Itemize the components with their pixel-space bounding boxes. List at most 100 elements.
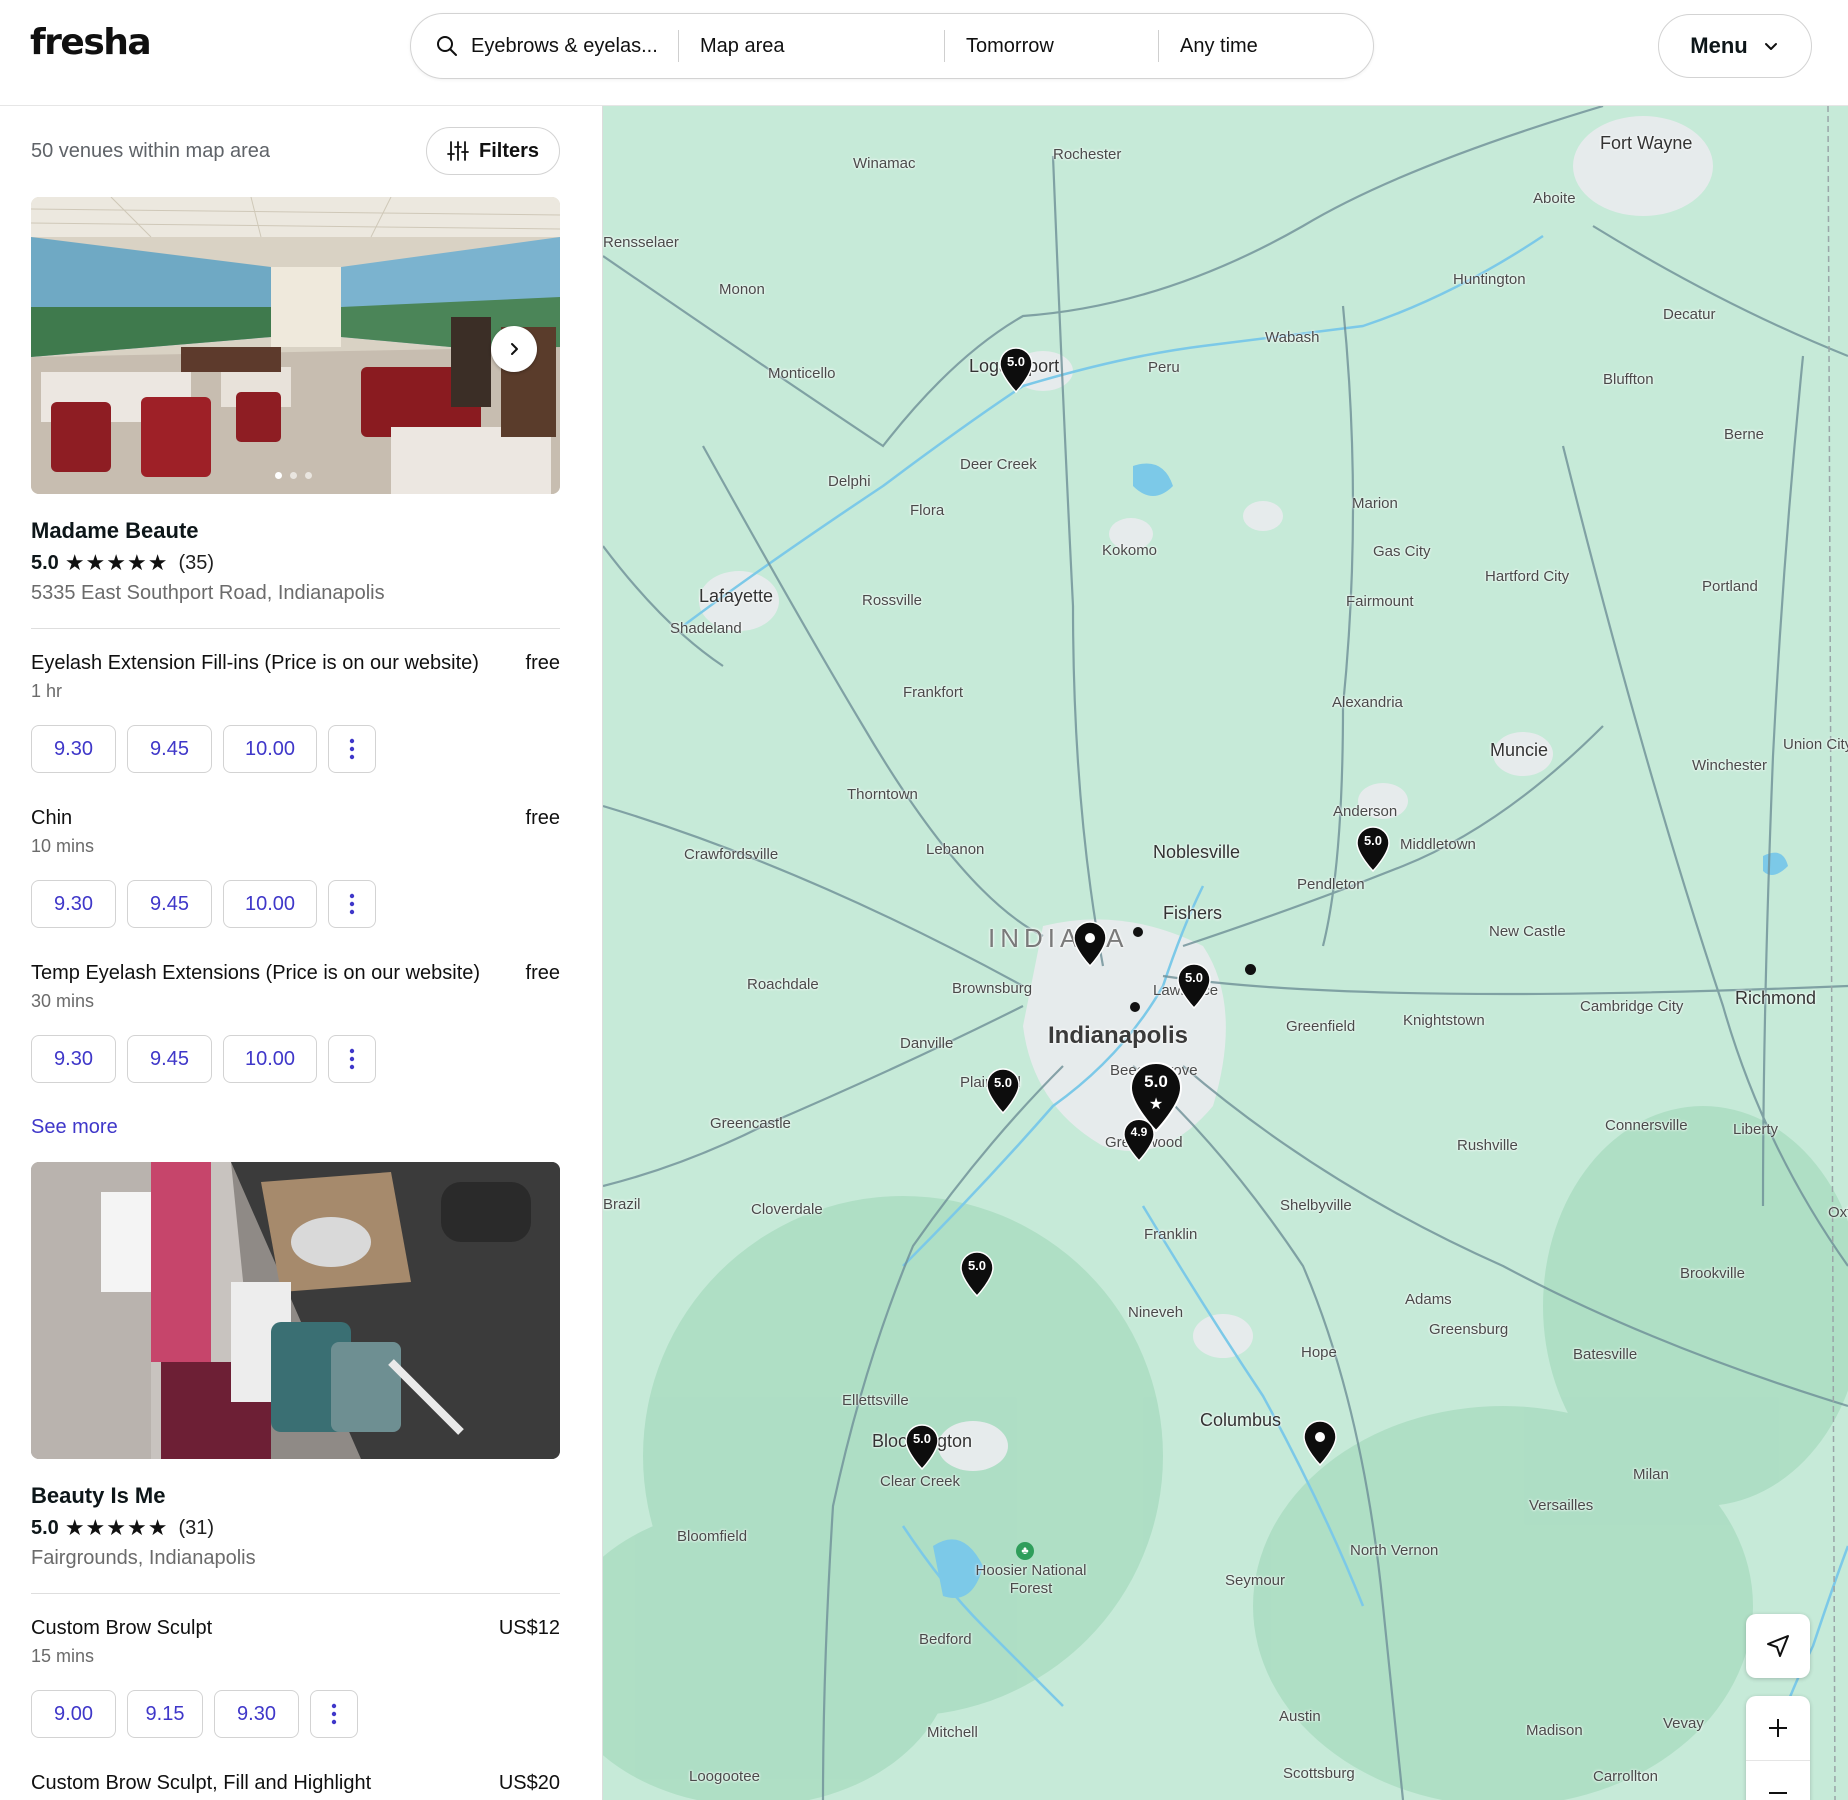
- photo-pagination-dots: [275, 472, 312, 479]
- map-venue-dot[interactable]: [1130, 1002, 1140, 1012]
- map-pin[interactable]: 4.9: [1123, 1118, 1155, 1162]
- time-slot-button[interactable]: 10.00: [223, 1035, 317, 1083]
- zoom-in-button[interactable]: [1746, 1696, 1810, 1760]
- more-vertical-icon: [349, 1048, 355, 1070]
- venue-name[interactable]: Madame Beaute: [31, 518, 199, 544]
- divider: [31, 628, 560, 629]
- service-item[interactable]: Custom Brow Sculpt, Fill and Highlight US…: [31, 1772, 560, 1795]
- map-pin[interactable]: [1303, 1420, 1337, 1467]
- venue-address: 5335 East Southport Road, Indianapolis: [31, 582, 385, 604]
- time-field[interactable]: Any time: [1158, 14, 1373, 78]
- zoom-out-button[interactable]: [1746, 1760, 1810, 1800]
- city-label: Wabash: [1265, 329, 1320, 346]
- city-label: Gas City: [1373, 543, 1431, 560]
- see-more-link[interactable]: See more: [31, 1116, 118, 1139]
- service-item[interactable]: Eyelash Extension Fill-ins (Price is on …: [31, 652, 560, 702]
- zoom-controls: [1746, 1696, 1810, 1800]
- divider: [31, 1593, 560, 1594]
- time-slots: 9.00 9.15 9.30: [31, 1690, 358, 1738]
- venue-photo[interactable]: [31, 197, 560, 494]
- map-pin[interactable]: 5.0: [1356, 826, 1390, 872]
- time-slot-button[interactable]: 9.45: [127, 880, 212, 928]
- fresha-logo[interactable]: fresha: [30, 22, 152, 63]
- state-label: INDIANA: [988, 923, 1129, 953]
- more-slots-button[interactable]: [328, 880, 376, 928]
- service-item[interactable]: Custom Brow Sculpt US$12 15 mins: [31, 1617, 560, 1667]
- search-icon: [437, 36, 457, 56]
- city-label: Decatur: [1663, 306, 1716, 323]
- city-label: Fishers: [1163, 903, 1223, 923]
- salon-room-image: [31, 1162, 560, 1459]
- service-item[interactable]: Chin free 10 mins: [31, 807, 560, 857]
- more-vertical-icon: [349, 893, 355, 915]
- filters-button[interactable]: Filters: [426, 127, 560, 175]
- results-panel[interactable]: 50 venues within map area Filters Madame…: [0, 106, 603, 1800]
- city-label: Bedford: [919, 1631, 972, 1648]
- time-slot-button[interactable]: 10.00: [223, 725, 317, 773]
- rating-value: 5.0: [31, 1516, 59, 1539]
- more-slots-button[interactable]: [328, 725, 376, 773]
- city-label: Mitchell: [927, 1724, 978, 1741]
- search-bar[interactable]: Eyebrows & eyelas... Map area Tomorrow A…: [410, 13, 1374, 79]
- time-slot-button[interactable]: 9.15: [127, 1690, 203, 1738]
- city-label: Peru: [1148, 359, 1180, 376]
- venue-count: 50 venues within map area: [31, 140, 271, 162]
- map-pin[interactable]: 5.0: [960, 1251, 994, 1297]
- locate-me-button[interactable]: [1746, 1614, 1810, 1678]
- more-slots-button[interactable]: [328, 1035, 376, 1083]
- city-label: Pendleton: [1297, 876, 1365, 893]
- map-venue-dot[interactable]: [1245, 964, 1256, 975]
- service-duration: 1 hr: [31, 681, 63, 701]
- map-view[interactable]: Fort Wayne Rochester Winamac Aboite Hunt…: [603, 106, 1848, 1800]
- service-name: Temp Eyelash Extensions (Price is on our…: [31, 962, 481, 984]
- venue-rating: 5.0 ★★★★★ (31): [31, 1515, 214, 1541]
- city-label: Thorntown: [847, 786, 918, 803]
- venue-photo[interactable]: [31, 1162, 560, 1459]
- city-label: Marion: [1352, 495, 1398, 512]
- service-duration: 30 mins: [31, 991, 95, 1011]
- filters-label: Filters: [478, 139, 540, 162]
- city-label: Vevay: [1663, 1715, 1704, 1732]
- menu-button[interactable]: Menu: [1658, 14, 1812, 78]
- plus-icon: [1769, 1719, 1787, 1737]
- venue-rating: 5.0 ★★★★★ (35): [31, 550, 214, 576]
- map-pin[interactable]: 5.0: [986, 1068, 1020, 1114]
- city-label: Alexandria: [1332, 694, 1403, 711]
- next-photo-button[interactable]: [491, 326, 537, 372]
- time-slot-button[interactable]: 9.45: [127, 1035, 212, 1083]
- location-field[interactable]: Map area: [678, 14, 944, 78]
- filters-icon: [447, 141, 469, 161]
- date-field[interactable]: Tomorrow: [944, 14, 1158, 78]
- pin-rating: 4.9: [1130, 1125, 1148, 1139]
- map-pin[interactable]: [1073, 921, 1107, 968]
- time-slot-button[interactable]: 9.30: [31, 1035, 116, 1083]
- service-item[interactable]: Temp Eyelash Extensions (Price is on our…: [31, 962, 560, 1012]
- time-slot-button[interactable]: 10.00: [223, 880, 317, 928]
- city-label: Crawfordsville: [684, 846, 779, 863]
- pagination-dot: [275, 472, 282, 479]
- city-label: Knightstown: [1403, 1012, 1485, 1029]
- city-label: Rossville: [862, 592, 923, 609]
- venue-name[interactable]: Beauty Is Me: [31, 1483, 166, 1509]
- map-venue-dot[interactable]: [1133, 927, 1143, 937]
- time-slot-button[interactable]: 9.30: [214, 1690, 299, 1738]
- city-label: Franklin: [1144, 1226, 1198, 1243]
- city-label: Brazil: [603, 1196, 641, 1213]
- city-label: Ellettsville: [842, 1392, 909, 1409]
- more-slots-button[interactable]: [310, 1690, 358, 1738]
- time-slot-button[interactable]: 9.30: [31, 880, 116, 928]
- time-slot-button[interactable]: 9.30: [31, 725, 116, 773]
- map-pin[interactable]: 5.0: [1177, 963, 1211, 1009]
- time-slot-button[interactable]: 9.00: [31, 1690, 116, 1738]
- time-slot-button[interactable]: 9.45: [127, 725, 212, 773]
- city-label: Carrollton: [1593, 1768, 1659, 1785]
- city-label: Cloverdale: [751, 1201, 823, 1218]
- map-pin[interactable]: 5.0: [905, 1424, 939, 1470]
- forest-label: Hoosier National Forest: [975, 1562, 1087, 1597]
- service-search-field[interactable]: Eyebrows & eyelas...: [411, 14, 678, 78]
- chevron-down-icon: [1764, 43, 1777, 50]
- star-rating-icons: ★★★★★: [64, 550, 169, 575]
- city-label: Winamac: [853, 155, 916, 172]
- map-pin[interactable]: 5.0: [999, 347, 1033, 393]
- city-label: Nineveh: [1128, 1304, 1184, 1321]
